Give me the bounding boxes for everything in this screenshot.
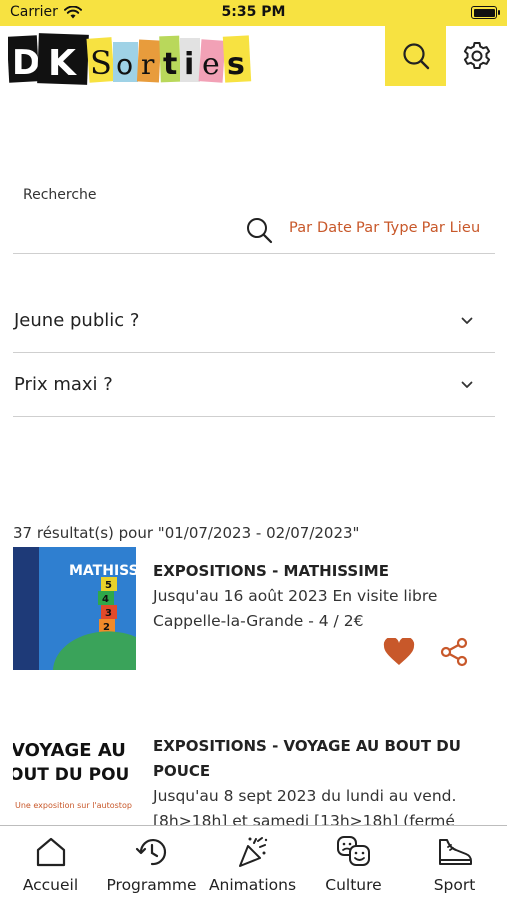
dropdown-label: Prix maxi ? (14, 374, 113, 395)
event-title: EXPOSITIONS - VOYAGE AU BOUT DU (153, 737, 461, 755)
filter-by-place-link[interactable]: Par Lieu (422, 220, 481, 236)
party-popper-icon (238, 837, 267, 867)
chevron-down-icon (461, 317, 473, 324)
results-count: 37 résultat(s) pour "01/07/2023 - 02/07/… (13, 524, 360, 542)
svg-text:r: r (141, 48, 155, 81)
search-filters: Par Date Par Type Par Lieu (289, 220, 484, 236)
svg-text:4: 4 (102, 594, 109, 605)
event-info: EXPOSITIONS - VOYAGE AU BOUT DU POUCE Ju… (153, 734, 493, 834)
nav-label: Programme (106, 876, 197, 894)
svg-text:D: D (12, 43, 40, 83)
app-logo[interactable]: D K S o r t i e s (6, 30, 253, 88)
dropdown-jeune-public[interactable]: Jeune public ? (13, 289, 495, 353)
battery-icon (471, 6, 500, 19)
svg-text:s: s (227, 47, 245, 82)
svg-text:t: t (163, 47, 177, 82)
history-icon (135, 839, 166, 866)
sneaker-icon (438, 839, 472, 865)
event-dates: Jusqu'au 8 sept 2023 du lundi au vend. (153, 787, 457, 805)
nav-label: Sport (433, 876, 476, 894)
svg-text:K: K (48, 43, 77, 84)
svg-text:i: i (184, 47, 194, 82)
share-icon[interactable] (439, 637, 469, 667)
nav-item-accueil[interactable]: Accueil (0, 832, 101, 894)
heart-icon[interactable] (383, 638, 415, 666)
svg-text:S: S (90, 44, 112, 82)
gear-icon (463, 42, 491, 69)
nav-item-sport[interactable]: Sport (404, 832, 505, 894)
svg-text:Une exposition sur l'autostop: Une exposition sur l'autostop (15, 801, 132, 810)
clock: 5:35 PM (221, 4, 286, 20)
bottom-nav: Accueil Programme Animations Culture Spo… (0, 825, 507, 900)
nav-label: Culture (325, 876, 382, 894)
nav-label: Accueil (22, 876, 79, 894)
list-item[interactable]: MATHISSI 5 4 3 2 1 EXPOSITIONS - MATHISS… (13, 547, 495, 677)
masks-icon (336, 836, 370, 866)
dropdown-prix-maxi[interactable]: Prix maxi ? (13, 353, 495, 417)
search-input[interactable]: Par Date Par Type Par Lieu (13, 212, 495, 254)
dropdown-label: Jeune public ? (14, 310, 140, 331)
svg-text:OUT DU POU: OUT DU POU (13, 765, 129, 785)
svg-text:e: e (202, 47, 220, 82)
nav-item-culture[interactable]: Culture (303, 832, 404, 894)
nav-label: Animations (208, 876, 297, 894)
list-item[interactable]: VOYAGE AU OUT DU POU Une exposition sur … (13, 722, 495, 832)
chevron-down-icon (461, 381, 473, 388)
svg-text:o: o (116, 48, 133, 81)
status-bar: Carrier 5:35 PM (0, 0, 507, 26)
home-icon (36, 837, 65, 867)
search-icon[interactable] (245, 216, 273, 244)
event-info: EXPOSITIONS - MATHISSIME Jusqu'au 16 aoû… (153, 559, 493, 634)
event-location-price: Cappelle-la-Grande - 4 / 2€ (153, 612, 364, 630)
svg-text:2: 2 (103, 622, 110, 633)
event-title: EXPOSITIONS - MATHISSIME (153, 562, 389, 580)
svg-text:5: 5 (105, 580, 112, 591)
header-search-button[interactable] (385, 26, 446, 86)
svg-text:MATHISSI: MATHISSI (69, 563, 136, 579)
svg-text:VOYAGE AU: VOYAGE AU (13, 740, 126, 761)
nav-item-programme[interactable]: Programme (101, 832, 202, 894)
event-title-continued: POUCE (153, 762, 211, 780)
event-actions (383, 637, 469, 667)
event-dates: Jusqu'au 16 août 2023 En visite libre (153, 587, 438, 605)
filter-by-type-link[interactable]: Par Type (356, 220, 418, 236)
event-thumbnail: MATHISSI 5 4 3 2 1 (13, 547, 136, 670)
search-icon (402, 43, 429, 70)
filter-by-date-link[interactable]: Par Date (289, 220, 352, 236)
nav-item-animations[interactable]: Animations (202, 832, 303, 894)
search-label: Recherche (23, 187, 97, 203)
settings-button[interactable] (452, 26, 502, 86)
svg-text:3: 3 (105, 608, 112, 619)
